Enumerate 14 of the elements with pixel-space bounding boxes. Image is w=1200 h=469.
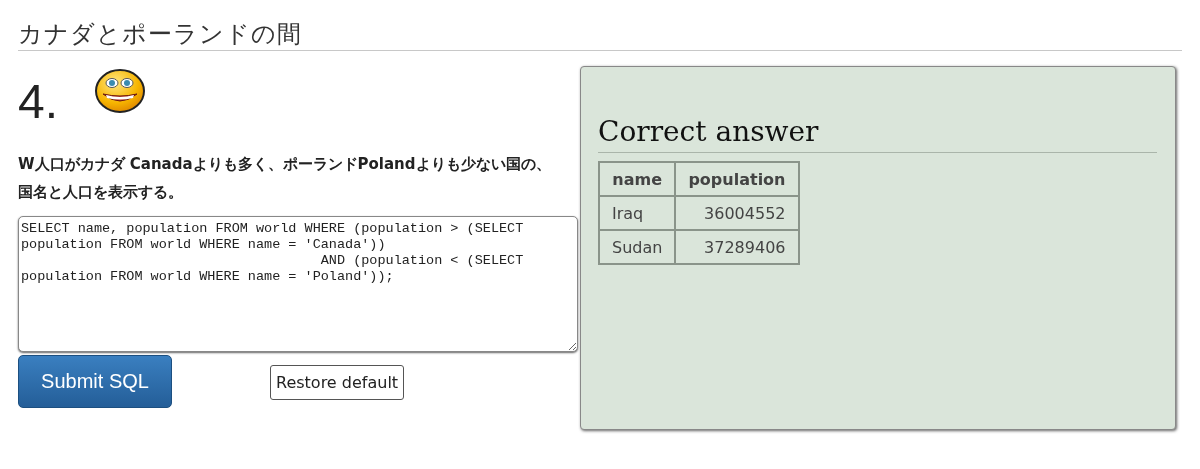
- table-cell: 36004552: [675, 196, 799, 230]
- column-header: population: [675, 162, 799, 196]
- question-number: 4.: [18, 78, 59, 126]
- answer-title: Correct answer: [598, 115, 1157, 153]
- table-cell: Sudan: [599, 230, 676, 264]
- table-cell: Iraq: [599, 196, 676, 230]
- page-title: カナダとポーランドの間: [18, 0, 1182, 51]
- restore-default-button[interactable]: Restore default: [270, 365, 405, 400]
- table-cell: 37289406: [675, 230, 799, 264]
- submit-sql-button[interactable]: Submit SQL: [18, 355, 172, 408]
- sql-editor[interactable]: SELECT name, population FROM world WHERE (population > (SELECT population FROM world WHERE name = 'Canada')) AND (population < (SELECT population FROM world WHERE name = 'Poland'));: [18, 216, 578, 352]
- question-text: W人口がカナダ Canadaよりも多く、ポーランドPolandよりも少ない国の、国名と人口を表示する。: [18, 154, 552, 203]
- smiley-icon: [94, 68, 147, 114]
- column-header: name: [599, 162, 676, 196]
